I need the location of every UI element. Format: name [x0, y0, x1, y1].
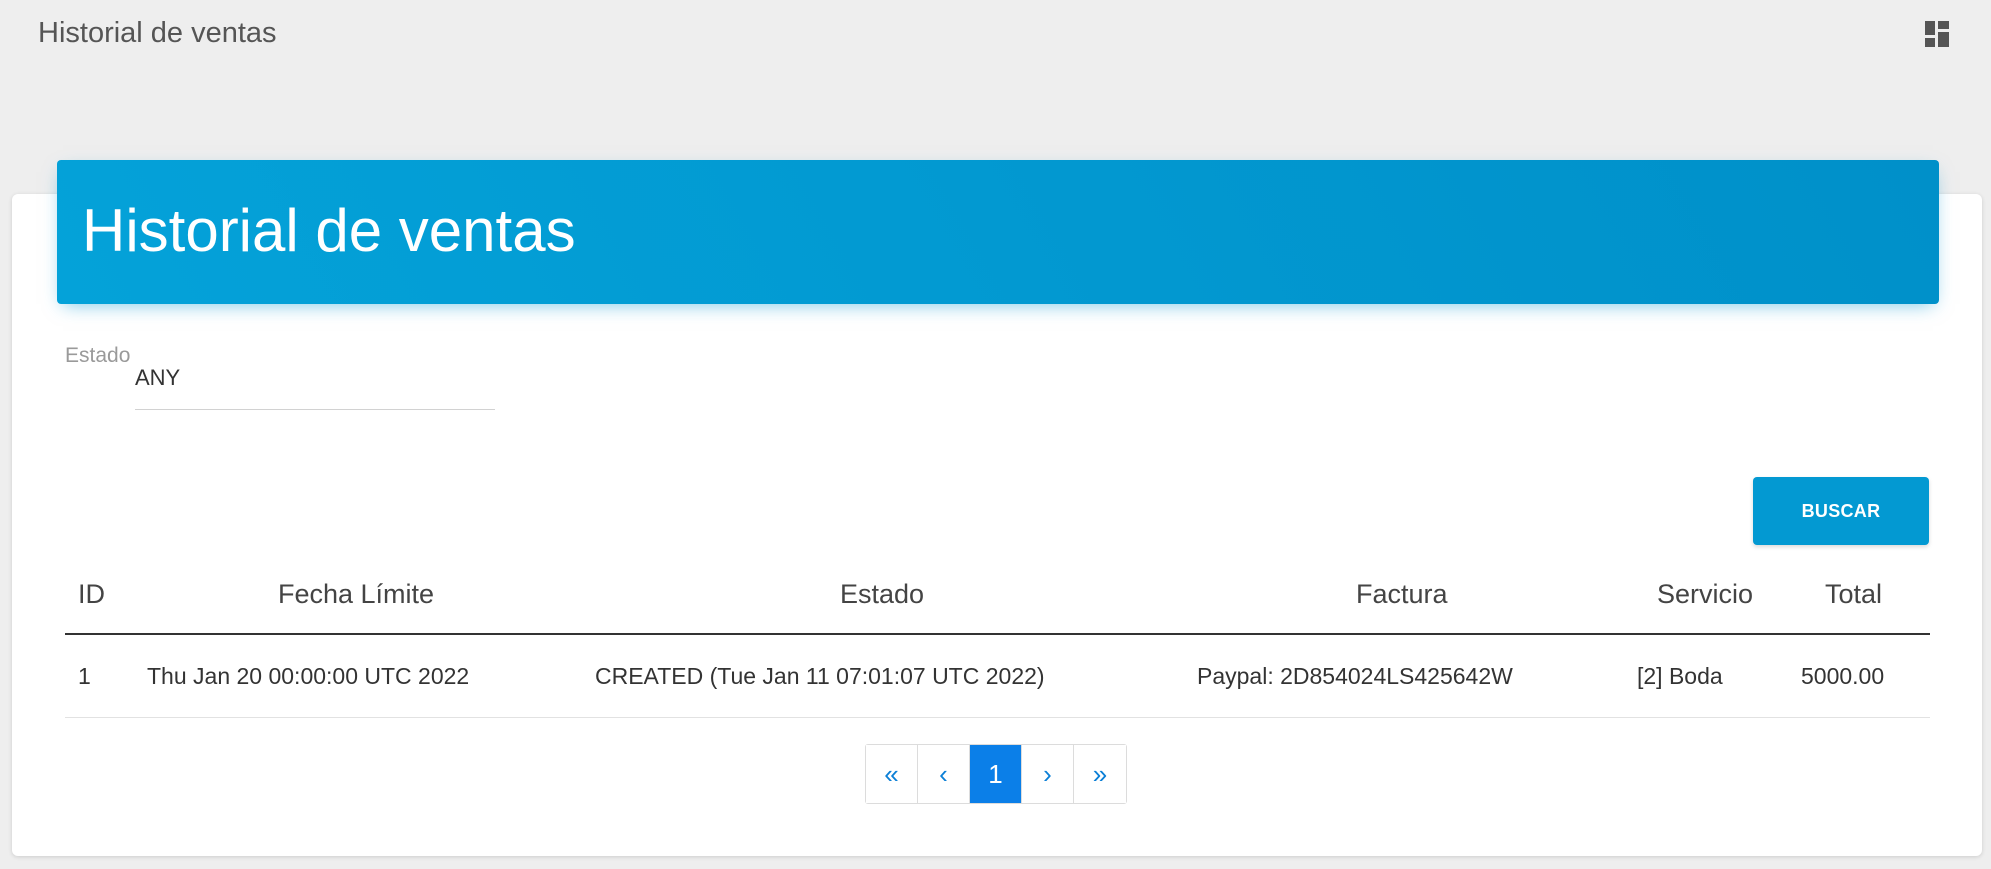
table-row[interactable]: 1 Thu Jan 20 00:00:00 UTC 2022 CREATED (…	[65, 635, 1930, 718]
cell-id: 1	[78, 663, 91, 689]
column-header-id[interactable]: ID	[78, 579, 105, 610]
column-header-servicio[interactable]: Servicio	[1657, 579, 1753, 610]
cell-factura: Paypal: 2D854024LS425642W	[1197, 663, 1513, 689]
cell-estado: CREATED (Tue Jan 11 07:01:07 UTC 2022)	[595, 663, 1045, 689]
page-1-button[interactable]: 1	[970, 745, 1022, 803]
top-bar: Historial de ventas	[0, 0, 1991, 70]
column-header-estado[interactable]: Estado	[840, 579, 924, 610]
column-header-factura[interactable]: Factura	[1356, 579, 1448, 610]
card-header: Historial de ventas	[57, 160, 1939, 304]
page-title: Historial de ventas	[38, 17, 277, 49]
first-page-button[interactable]: «	[866, 745, 918, 803]
cell-total: 5000.00	[1801, 663, 1885, 689]
sales-table: ID Fecha Límite Estado Factura Servicio …	[65, 565, 1930, 718]
dashboard-icon[interactable]	[1925, 21, 1949, 47]
cell-servicio: [2] Boda	[1637, 663, 1723, 689]
estado-filter-select[interactable]: ANY	[135, 362, 495, 410]
search-button[interactable]: BUSCAR	[1753, 477, 1929, 545]
last-page-button[interactable]: »	[1074, 745, 1126, 803]
estado-filter-label: Estado	[65, 344, 131, 367]
previous-page-button[interactable]: ‹	[918, 745, 970, 803]
column-header-total[interactable]: Total	[1825, 579, 1882, 610]
card-title: Historial de ventas	[82, 197, 576, 264]
cell-fecha-limite: Thu Jan 20 00:00:00 UTC 2022	[147, 663, 470, 689]
next-page-button[interactable]: ›	[1022, 745, 1074, 803]
pagination: « ‹ 1 › »	[865, 744, 1127, 804]
column-header-fecha-limite[interactable]: Fecha Límite	[278, 579, 434, 610]
table-header-row: ID Fecha Límite Estado Factura Servicio …	[65, 565, 1930, 635]
